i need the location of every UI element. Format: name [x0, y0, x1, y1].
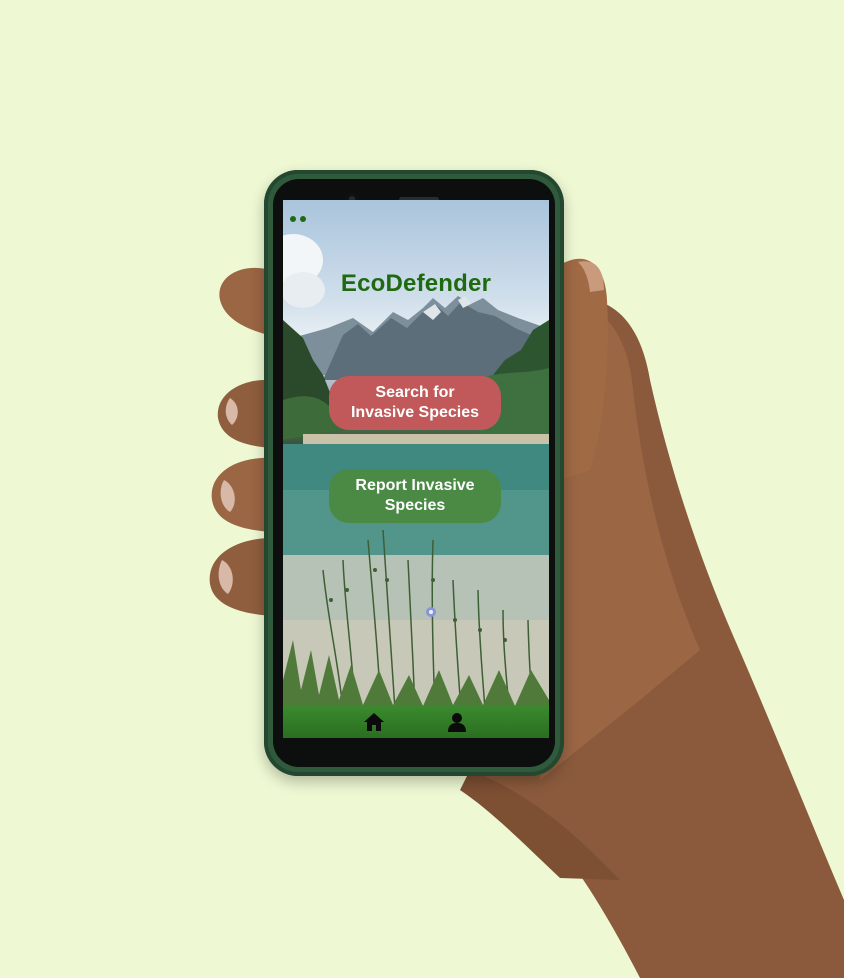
search-button-label-line2: Invasive Species: [350, 404, 480, 421]
bottom-nav-bar: [283, 706, 549, 738]
report-button-label-line2: Species: [384, 497, 446, 514]
report-button-label-line1: Report Invasive: [355, 477, 475, 494]
menu-dots-icon[interactable]: [290, 216, 306, 222]
app-screen: EcoDefender Search for Invasive Species …: [283, 200, 549, 738]
search-button-label-line1: Search for: [375, 384, 455, 401]
report-invasive-species-button[interactable]: Report Invasive Species: [329, 469, 501, 523]
home-icon[interactable]: [363, 712, 385, 732]
search-invasive-species-button[interactable]: Search for Invasive Species: [329, 376, 501, 430]
app-title: EcoDefender: [340, 270, 492, 297]
user-icon[interactable]: [446, 712, 468, 732]
